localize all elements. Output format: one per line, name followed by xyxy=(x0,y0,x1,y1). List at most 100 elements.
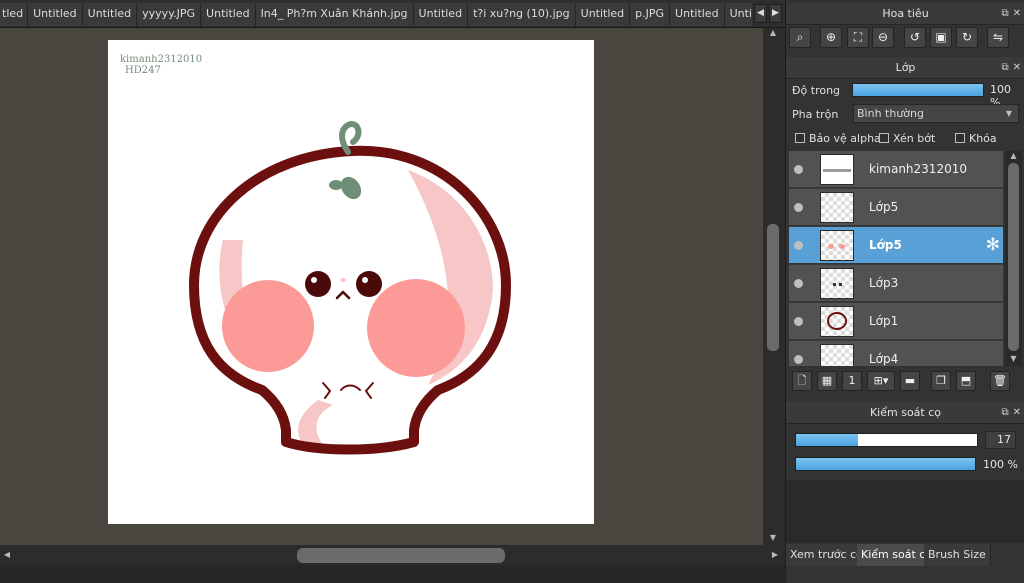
layer-name: Lớp5 xyxy=(869,238,902,252)
vertical-scroll-thumb[interactable] xyxy=(767,224,779,351)
visibility-icon[interactable] xyxy=(794,165,803,174)
document-tab[interactable]: Untitled xyxy=(201,3,256,26)
layers-panel-header: Lớp ⧉ ✕ xyxy=(786,57,1024,79)
scroll-left-icon[interactable]: ◀ xyxy=(0,550,14,559)
close-icon[interactable]: ✕ xyxy=(1013,62,1021,73)
rotate-right-button[interactable]: ↻ xyxy=(956,27,978,48)
undock-icon[interactable]: ⧉ xyxy=(1001,407,1008,418)
visibility-icon[interactable] xyxy=(794,241,803,250)
scroll-down-icon[interactable]: ▼ xyxy=(1005,354,1022,363)
layer-list: kimanh2312010 Lớp5 Lớp5 ✻ Lớp3 Lớp1 Lớp4 xyxy=(789,151,1003,366)
visibility-icon[interactable] xyxy=(794,279,803,288)
navigator-panel-header: Hoa tiêu ⧉ ✕ xyxy=(786,3,1024,25)
layer-name: Lớp5 xyxy=(869,200,899,214)
scroll-down-icon[interactable]: ▼ xyxy=(763,533,783,542)
merge-layer-button[interactable]: ⬒ xyxy=(956,371,976,391)
layer-row[interactable]: kimanh2312010 xyxy=(789,151,1003,188)
checkbox-box xyxy=(879,133,889,143)
actual-size-button[interactable]: ▣ xyxy=(930,27,952,48)
undock-icon[interactable]: ⧉ xyxy=(1001,8,1008,19)
layer-row[interactable]: Lớp3 xyxy=(789,265,1003,302)
canvas-paper[interactable]: kimanh2312010 HD247 xyxy=(108,40,594,524)
document-tab[interactable]: In4_ Ph?m Xuân Khánh.jpg xyxy=(255,3,414,26)
tab-scroll-left-button[interactable]: ◀ xyxy=(754,4,767,23)
visibility-icon[interactable] xyxy=(794,203,803,212)
zoom-out-button[interactable]: ⊖ xyxy=(872,27,894,48)
duplicate-icon: ❐ xyxy=(936,374,946,387)
brush-size-slider[interactable] xyxy=(795,433,978,447)
add-layer-menu-button[interactable]: ⊞▾ xyxy=(867,371,895,391)
canvas-area[interactable]: kimanh2312010 HD247 xyxy=(0,28,763,545)
merge-icon: ⬒ xyxy=(960,374,972,387)
new-folder-button[interactable]: ▬ xyxy=(900,371,920,391)
fit-icon: ⛶ xyxy=(853,30,863,44)
layer-row[interactable]: Lớp1 xyxy=(789,303,1003,340)
nose xyxy=(340,278,346,282)
horizontal-scroll-thumb[interactable] xyxy=(297,548,505,563)
layer-list-scrollbar[interactable]: ▲ ▼ xyxy=(1005,151,1022,366)
layer-name: Lớp3 xyxy=(869,276,899,290)
scroll-up-icon[interactable]: ▲ xyxy=(763,28,783,37)
scroll-right-icon[interactable]: ▶ xyxy=(768,550,782,559)
undock-icon[interactable]: ⧉ xyxy=(1001,62,1008,73)
document-tab[interactable]: tled xyxy=(0,3,29,26)
document-tab[interactable]: Untitled xyxy=(670,3,725,26)
gear-icon[interactable]: ✻ xyxy=(986,235,1000,255)
layer-thumbnail xyxy=(820,230,854,261)
brush-size-fill xyxy=(796,434,858,446)
navigator-zoom-search-button[interactable]: ⌕ xyxy=(789,27,811,48)
sprout-leaf-small xyxy=(329,180,343,190)
search-icon: ⌕ xyxy=(796,30,804,44)
lock-checkbox[interactable]: Khóa xyxy=(955,132,997,145)
close-icon[interactable]: ✕ xyxy=(1013,8,1021,19)
checkbox-box xyxy=(795,133,805,143)
flip-horizontal-button[interactable]: ⇋ xyxy=(987,27,1009,48)
visibility-icon[interactable] xyxy=(794,355,803,364)
add-layer-icon: ⊞▾ xyxy=(873,374,889,387)
delete-layer-button[interactable]: 🗑 xyxy=(990,371,1010,391)
rotate-left-button[interactable]: ↺ xyxy=(904,27,926,48)
flip-icon: ⇋ xyxy=(992,30,1004,44)
document-tab[interactable]: Untitled xyxy=(724,3,752,26)
document-tab[interactable]: Untitled xyxy=(413,3,469,26)
scroll-up-icon[interactable]: ▲ xyxy=(1005,151,1022,160)
canvas-vertical-scrollbar[interactable]: ▲ ▼ xyxy=(763,28,783,545)
layer-thumbnail xyxy=(820,268,854,299)
document-tab[interactable]: Untitled xyxy=(575,3,631,26)
layer-row-selected[interactable]: Lớp5 ✻ xyxy=(789,227,1003,264)
new-halftone-layer-button[interactable]: ▦ xyxy=(817,371,837,391)
document-tab[interactable]: p.JPG xyxy=(630,3,671,26)
new-1bit-layer-button[interactable]: 1 xyxy=(842,371,862,391)
brush-size-value[interactable]: 17 xyxy=(985,431,1016,449)
one-bit-icon: 1 xyxy=(848,374,856,387)
right-eye-shine xyxy=(362,277,368,283)
brush-opacity-slider[interactable] xyxy=(795,457,976,471)
document-tab[interactable]: Untitled xyxy=(82,3,138,26)
new-layer-button[interactable]: 🗋 xyxy=(792,371,812,391)
document-tab[interactable]: t?i xu?ng (10).jpg xyxy=(468,3,576,26)
fit-window-button[interactable]: ⛶ xyxy=(847,27,869,48)
bottom-tab[interactable]: Brush Size xyxy=(924,544,991,566)
right-dock-panel: Hoa tiêu ⧉ ✕ ⌕ ⊕ ⛶ ⊖ ↺ ▣ ↻ ⇋ Lớp ⧉ ✕ Độ tr… xyxy=(785,0,1024,583)
close-icon[interactable]: ✕ xyxy=(1013,407,1021,418)
document-tab[interactable]: Untitled xyxy=(28,3,83,26)
blend-mode-select[interactable]: Bình thường ▼ xyxy=(853,104,1019,123)
document-tab[interactable]: yyyyy.JPG xyxy=(137,3,202,26)
duplicate-layer-button[interactable]: ❐ xyxy=(931,371,951,391)
layer-name: Lớp1 xyxy=(869,314,899,328)
layer-row[interactable]: Lớp5 xyxy=(789,189,1003,226)
zoom-in-button[interactable]: ⊕ xyxy=(820,27,842,48)
canvas-horizontal-scrollbar[interactable]: ◀ ▶ xyxy=(0,545,783,565)
brush-panel-body xyxy=(786,480,1024,543)
zoom-in-icon: ⊕ xyxy=(825,30,837,44)
bottom-tab[interactable]: Xem trước cọ xyxy=(786,544,868,566)
layer-opacity-slider[interactable] xyxy=(852,83,984,97)
layer-scroll-thumb[interactable] xyxy=(1008,163,1019,351)
protect-alpha-checkbox[interactable]: Bảo vệ alpha xyxy=(795,132,881,145)
brush-control-panel-header: Kiểm soát cọ ⧉ ✕ xyxy=(786,402,1024,424)
brush-opacity-fill xyxy=(796,458,975,470)
clip-checkbox[interactable]: Xén bớt xyxy=(879,132,935,145)
tab-scroll-right-button[interactable]: ▶ xyxy=(769,4,782,23)
layer-row[interactable]: Lớp4 xyxy=(789,341,1003,366)
visibility-icon[interactable] xyxy=(794,317,803,326)
